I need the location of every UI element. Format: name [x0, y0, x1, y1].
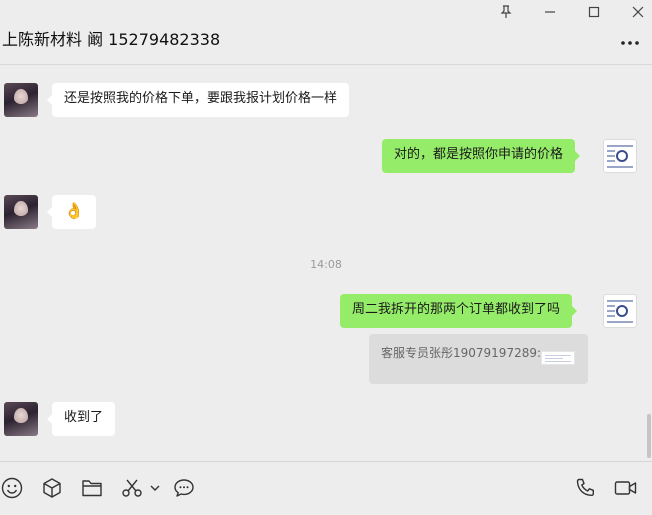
message-list[interactable]: 还是按照我的价格下单，要跟我报计划价格一样 对的，都是按照你申请的价格 👌 14… — [0, 66, 652, 462]
title-bar: 上陈新材料 阚 15279482338 — [0, 0, 652, 65]
avatar[interactable] — [603, 294, 637, 328]
emoji-icon[interactable] — [0, 476, 24, 500]
pin-icon[interactable] — [497, 3, 515, 21]
emoji-message[interactable]: 👌 — [47, 195, 96, 229]
avatar[interactable] — [4, 83, 38, 117]
message-bubble-sent[interactable]: 周二我拆开的那两个订单都收到了吗 — [340, 294, 578, 328]
timestamp: 14:08 — [310, 258, 342, 271]
avatar[interactable] — [603, 139, 637, 173]
folder-icon[interactable] — [80, 476, 104, 500]
close-icon[interactable] — [629, 3, 647, 21]
more-icon[interactable] — [620, 34, 640, 52]
message-bubble-sent[interactable]: 对的，都是按照你申请的价格 — [382, 139, 581, 173]
scrollbar[interactable] — [647, 414, 651, 458]
input-toolbar — [0, 461, 652, 515]
scissors-icon[interactable] — [120, 476, 144, 500]
quoted-image-thumbnail[interactable] — [541, 351, 575, 365]
avatar[interactable] — [4, 402, 38, 436]
phone-icon[interactable] — [573, 476, 597, 500]
chat-title: 上陈新材料 阚 15279482338 — [2, 30, 221, 49]
maximize-icon[interactable] — [585, 3, 603, 21]
message-bubble-received[interactable]: 收到了 — [46, 402, 116, 436]
quoted-message-text: 客服专员张彤19079197289: — [381, 346, 542, 360]
box-icon[interactable] — [40, 476, 64, 500]
video-icon[interactable] — [614, 476, 638, 500]
avatar[interactable] — [4, 195, 38, 229]
message-bubble-received[interactable]: 还是按照我的价格下单，要跟我报计划价格一样 — [46, 83, 350, 117]
chevron-down-icon[interactable] — [145, 476, 165, 500]
quoted-message[interactable]: 客服专员张彤19079197289: — [369, 334, 588, 384]
chat-bubble-icon[interactable] — [172, 476, 196, 500]
minimize-icon[interactable] — [541, 3, 559, 21]
